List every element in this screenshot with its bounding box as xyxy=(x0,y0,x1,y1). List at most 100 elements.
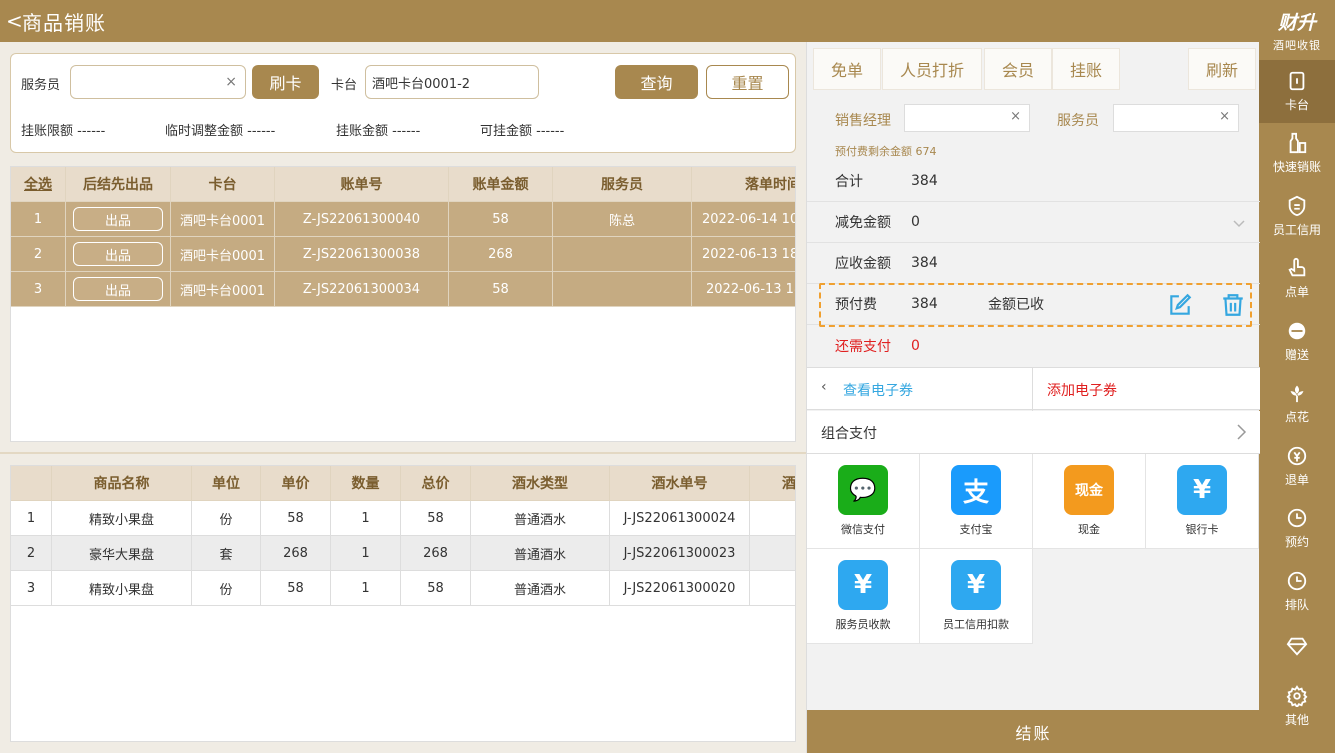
manager-label: 销售经理 xyxy=(835,113,891,129)
nav-label: 快速销账 xyxy=(1272,160,1321,175)
col-header: 服务员 xyxy=(553,167,692,202)
receivable-row: 应收金额 384 xyxy=(807,243,1260,284)
serve-button[interactable]: 出品 xyxy=(73,207,163,231)
pay-method-cash[interactable]: 现金 现金 xyxy=(1033,454,1146,549)
pay-waiter-input[interactable]: × xyxy=(1113,104,1239,132)
bill-no-cell: Z-JS22061300034 xyxy=(275,272,449,307)
nav-item-order[interactable]: 点单 xyxy=(1259,248,1335,311)
waiter-collect-icon: ¥ xyxy=(838,560,888,610)
table-header: 商品名称 单位 单价 数量 总价 酒水类型 酒水单号 酒 xyxy=(11,466,795,501)
query-button[interactable]: 查询 xyxy=(615,65,698,99)
total-value: 384 xyxy=(911,173,938,189)
pay-method-wechat[interactable]: 💬 微信支付 xyxy=(807,454,920,549)
nav-label: 退单 xyxy=(1284,472,1309,487)
type-cell: 普通酒水 xyxy=(471,571,610,606)
credit-amount-text: 挂账金额 ------ xyxy=(336,124,421,139)
staff-credit-icon: ¥ xyxy=(951,560,1001,610)
staff-discount-button[interactable]: 人员打折 xyxy=(882,48,982,90)
chevron-down-icon[interactable] xyxy=(1232,216,1246,230)
nav-item-flower[interactable]: 点花 xyxy=(1259,373,1335,436)
brand-logo: 财升 酒吧收银 xyxy=(1259,0,1335,60)
nav-item-reserve[interactable]: 预约 xyxy=(1259,498,1335,561)
col-header: 数量 xyxy=(331,466,401,501)
nav-item-quick-sale[interactable]: 快速销账 xyxy=(1259,123,1335,186)
refresh-button[interactable]: 刷新 xyxy=(1188,48,1256,90)
back-icon[interactable]: < xyxy=(0,9,23,33)
credit-button[interactable]: 挂账 xyxy=(1052,48,1120,90)
price-cell: 58 xyxy=(261,501,331,536)
add-coupon-link[interactable]: 添加电子券 xyxy=(1047,380,1117,400)
free-order-button[interactable]: 免单 xyxy=(813,48,881,90)
extra-cell xyxy=(750,571,795,606)
combo-pay-label: 组合支付 xyxy=(821,426,877,442)
nav-item-staff-credit[interactable]: 员工信用 xyxy=(1259,185,1335,248)
reset-button[interactable]: 重置 xyxy=(706,65,789,99)
bank-card-icon: ¥ xyxy=(1177,465,1227,515)
combo-pay-row[interactable]: 组合支付 xyxy=(807,411,1260,454)
nav-item-diamond[interactable] xyxy=(1259,623,1335,673)
waiter-input[interactable]: × xyxy=(70,65,246,99)
nav-item-refund[interactable]: 退单 xyxy=(1259,435,1335,498)
nav-item-queue[interactable]: 排队 xyxy=(1259,560,1335,623)
serve-cell: 出品 xyxy=(66,237,171,272)
item-name-cell: 精致小果盘 xyxy=(52,501,192,536)
nav-item-other[interactable]: 其他 xyxy=(1259,675,1335,738)
table-row[interactable]: 2 豪华大果盘 套 268 1 268 普通酒水 J-JS22061300023 xyxy=(11,536,795,571)
pay-method-waiter-collect[interactable]: ¥ 服务员收款 xyxy=(807,549,920,644)
drink-no-cell: J-JS22061300024 xyxy=(610,501,750,536)
serve-button[interactable]: 出品 xyxy=(73,277,163,301)
reduce-value: 0 xyxy=(911,214,920,230)
bill-no-cell: Z-JS22061300038 xyxy=(275,237,449,272)
type-cell: 普通酒水 xyxy=(471,536,610,571)
serve-cell: 出品 xyxy=(66,202,171,237)
swipe-card-button[interactable]: 刷卡 xyxy=(252,65,319,99)
member-button[interactable]: 会员 xyxy=(984,48,1052,90)
table-cell: 酒吧卡台0001 xyxy=(171,237,275,272)
manager-input[interactable]: × xyxy=(904,104,1030,132)
table-row[interactable]: 3 精致小果盘 份 58 1 58 普通酒水 J-JS22061300020 xyxy=(11,571,795,606)
total-cell: 58 xyxy=(401,571,471,606)
table-label: 卡台 xyxy=(331,78,358,93)
row-index: 2 xyxy=(11,237,66,272)
receivable-value: 384 xyxy=(911,255,938,271)
col-header: 酒水单号 xyxy=(610,466,750,501)
clear-icon[interactable]: × xyxy=(1219,109,1230,124)
select-all[interactable]: 全选 xyxy=(11,167,66,202)
pay-method-bank[interactable]: ¥ 银行卡 xyxy=(1146,454,1259,549)
checkout-button[interactable]: 结账 xyxy=(807,710,1260,753)
table-input-value: 酒吧卡台0001-2 xyxy=(372,76,471,92)
view-coupon-link[interactable]: 查看电子券 xyxy=(843,380,913,400)
nav-item-gift[interactable]: 赠送 xyxy=(1259,310,1335,373)
payment-methods: 💬 微信支付 支 支付宝 现金 现金 ¥ 银行卡 ¥ 服务员收款 ¥ 员工信用扣… xyxy=(807,454,1260,644)
serve-cell: 出品 xyxy=(66,272,171,307)
nav-label: 排队 xyxy=(1284,597,1309,612)
table-row[interactable]: 1 出品 酒吧卡台0001 Z-JS22061300040 58 陈总 2022… xyxy=(11,202,795,237)
pay-waiter-label: 服务员 xyxy=(1057,113,1099,129)
table-input[interactable]: 酒吧卡台0001-2 xyxy=(365,65,539,99)
pay-method-staff-credit[interactable]: ¥ 员工信用扣款 xyxy=(920,549,1033,644)
receivable-label: 应收金额 xyxy=(835,256,891,272)
total-row: 合计 384 xyxy=(807,161,1260,202)
table-row[interactable]: 3 出品 酒吧卡台0001 Z-JS22061300034 58 2022-06… xyxy=(11,272,795,307)
nav-item-table[interactable]: 卡台 xyxy=(1259,60,1335,123)
row-index: 1 xyxy=(11,501,52,536)
queue-icon xyxy=(1287,571,1307,590)
table-row[interactable]: 1 精致小果盘 份 58 1 58 普通酒水 J-JS22061300024 xyxy=(11,501,795,536)
serve-button[interactable]: 出品 xyxy=(73,242,163,266)
hand-tap-icon xyxy=(1288,258,1306,277)
pay-method-label: 微信支付 xyxy=(841,523,885,536)
amount-cell: 58 xyxy=(449,272,553,307)
clock-icon xyxy=(1287,509,1307,528)
nav-label: 点单 xyxy=(1284,285,1309,300)
pay-method-alipay[interactable]: 支 支付宝 xyxy=(920,454,1033,549)
table-row[interactable]: 2 出品 酒吧卡台0001 Z-JS22061300038 268 2022-0… xyxy=(11,237,795,272)
clear-icon[interactable]: × xyxy=(1010,109,1021,124)
clear-icon[interactable]: × xyxy=(225,74,237,90)
row-index: 3 xyxy=(11,272,66,307)
reduce-row[interactable]: 减免金额 0 xyxy=(807,202,1260,243)
extra-cell xyxy=(750,501,795,536)
pay-method-label: 服务员收款 xyxy=(835,618,891,631)
extra-cell xyxy=(750,536,795,571)
nav-label: 卡台 xyxy=(1284,97,1309,112)
col-header: 总价 xyxy=(401,466,471,501)
